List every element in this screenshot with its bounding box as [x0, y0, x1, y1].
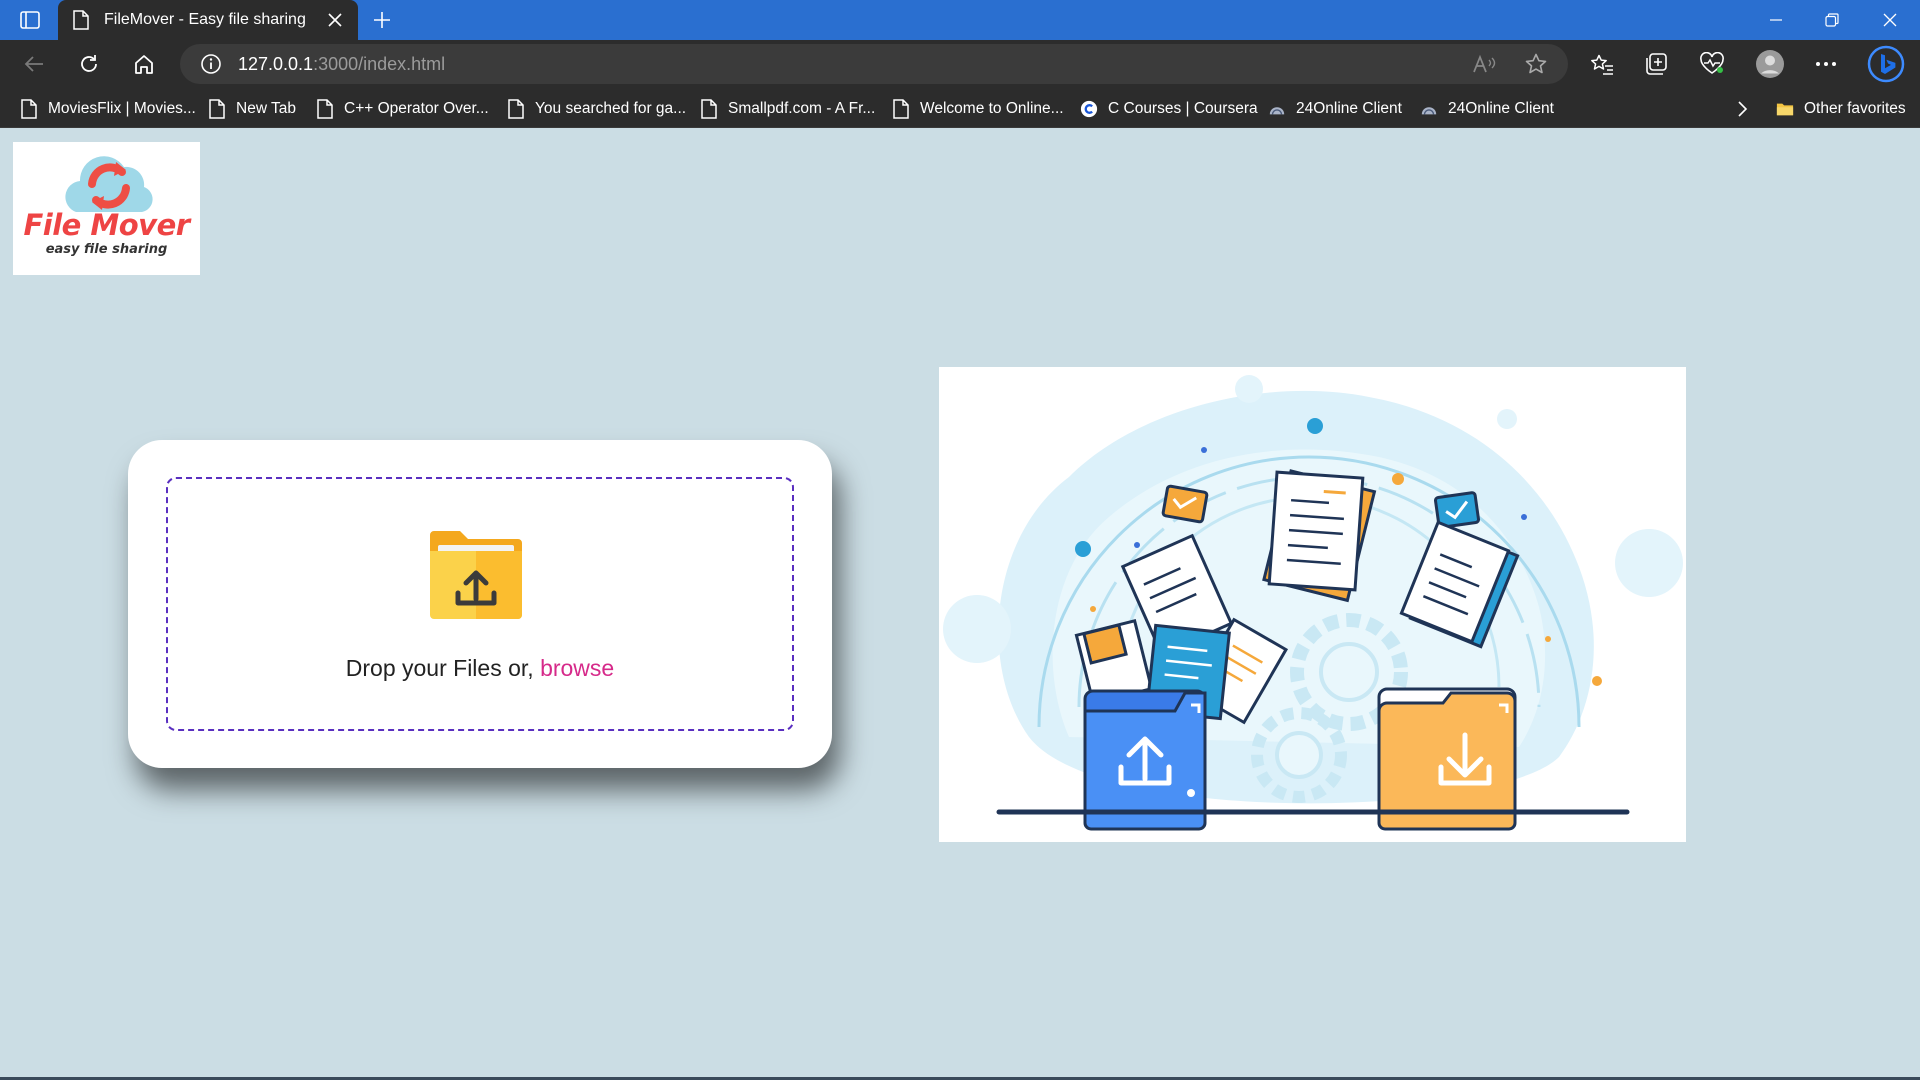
- plus-icon: [374, 12, 390, 28]
- collections-button[interactable]: [1638, 48, 1674, 80]
- tab-actions-icon: [20, 11, 40, 29]
- copilot-button[interactable]: [1866, 44, 1906, 84]
- bookmark-item[interactable]: New Tab: [208, 96, 296, 122]
- reload-icon: [81, 55, 97, 72]
- close-icon: [1883, 13, 1897, 27]
- other-favorites-folder[interactable]: Other favorites: [1776, 96, 1906, 122]
- upload-card: Drop your Files or, browse: [128, 440, 832, 768]
- page-icon: [73, 10, 89, 30]
- favorites-list-icon: [1591, 54, 1613, 75]
- bing-icon: [1867, 45, 1905, 83]
- page-icon: [21, 99, 37, 119]
- bookmark-label: C++ Operator Over...: [344, 100, 489, 117]
- tab-active[interactable]: FileMover - Easy file sharing: [58, 0, 358, 40]
- bookmark-label: 24Online Client: [1296, 100, 1402, 117]
- url-path: :3000/index.html: [313, 53, 446, 74]
- close-tab-icon[interactable]: [326, 11, 344, 29]
- bookmark-item[interactable]: You searched for ga...: [507, 96, 686, 122]
- profile-button[interactable]: [1752, 48, 1788, 80]
- address-bar[interactable]: 127.0.0.1:3000/index.html: [180, 44, 1568, 84]
- file-mover-logo: File Mover easy file sharing: [13, 142, 200, 275]
- favorites-button[interactable]: [1584, 48, 1620, 80]
- bookmark-item[interactable]: Welcome to Online...: [892, 96, 1064, 122]
- minimize-icon: [1770, 19, 1782, 21]
- tab-title: FileMover - Easy file sharing: [104, 11, 306, 28]
- restore-button[interactable]: [1804, 0, 1860, 40]
- logo-title: File Mover: [23, 208, 190, 242]
- bookmark-item[interactable]: MoviesFlix | Movies...: [20, 96, 196, 122]
- cloud-icon: [1421, 107, 1437, 115]
- add-favorite-button[interactable]: [1522, 52, 1550, 76]
- page-icon: [701, 99, 717, 119]
- page-icon: [209, 99, 225, 119]
- arrow-left-icon: [24, 56, 43, 72]
- settings-more-button[interactable]: [1808, 48, 1844, 80]
- collections-icon: [1646, 53, 1667, 75]
- star-icon: [1525, 53, 1547, 74]
- file-transfer-illustration: [939, 367, 1686, 842]
- coursera-icon: [1080, 100, 1098, 118]
- bookmarks-bar: MoviesFlix | Movies... New Tab C++ Opera…: [0, 88, 1920, 128]
- url-text[interactable]: 127.0.0.1:3000/index.html: [238, 54, 445, 75]
- page-icon: [893, 99, 909, 119]
- page-icon: [508, 99, 524, 119]
- bookmark-item[interactable]: 24Online Client: [1268, 96, 1402, 122]
- bookmark-label: MoviesFlix | Movies...: [48, 100, 196, 117]
- cloud-icon: [1269, 107, 1285, 115]
- bookmark-item[interactable]: C Courses | Coursera: [1080, 96, 1258, 122]
- page-icon: [317, 99, 333, 119]
- other-favorites-label: Other favorites: [1804, 100, 1906, 117]
- drop-instructions: Drop your Files or, browse: [168, 655, 792, 682]
- read-aloud-icon: [1473, 54, 1496, 73]
- more-icon: [1816, 62, 1836, 66]
- home-button[interactable]: [126, 48, 162, 80]
- bookmarks-overflow-button[interactable]: [1736, 96, 1748, 122]
- restore-icon: [1825, 13, 1839, 27]
- logo-subtitle: easy file sharing: [45, 242, 168, 257]
- bookmark-item[interactable]: Smallpdf.com - A Fr...: [700, 96, 875, 122]
- close-window-button[interactable]: [1862, 0, 1918, 40]
- avatar-icon: [1756, 50, 1784, 78]
- chevron-right-icon: [1738, 101, 1748, 117]
- drop-zone[interactable]: Drop your Files or, browse: [166, 477, 794, 731]
- browse-link[interactable]: browse: [540, 655, 614, 681]
- site-info-icon[interactable]: [200, 53, 222, 75]
- file-transfer-illustration-image: [943, 375, 1683, 831]
- bookmark-label: You searched for ga...: [535, 100, 687, 117]
- bookmark-label: C Courses | Coursera: [1108, 100, 1258, 117]
- browser-essentials-button[interactable]: [1694, 48, 1730, 80]
- browser-toolbar: 127.0.0.1:3000/index.html: [0, 40, 1920, 88]
- url-host: 127.0.0.1: [238, 53, 314, 74]
- bookmark-label: New Tab: [236, 100, 297, 117]
- back-button[interactable]: [16, 48, 52, 80]
- bookmark-label: 24Online Client: [1448, 100, 1554, 117]
- reload-button[interactable]: [71, 48, 107, 80]
- bookmark-item[interactable]: 24Online Client: [1420, 96, 1554, 122]
- bookmark-item[interactable]: C++ Operator Over...: [316, 96, 489, 122]
- heart-pulse-icon: [1700, 52, 1724, 74]
- minimize-button[interactable]: [1748, 0, 1804, 40]
- bookmark-label: Welcome to Online...: [920, 100, 1064, 117]
- folder-upload-icon: [430, 531, 522, 619]
- home-icon: [135, 55, 153, 74]
- browser-titlebar: FileMover - Easy file sharing: [0, 0, 1920, 40]
- tab-actions-button[interactable]: [14, 8, 46, 32]
- new-tab-button[interactable]: [368, 8, 396, 32]
- read-aloud-button[interactable]: [1470, 52, 1498, 76]
- folder-icon: [1776, 103, 1794, 116]
- drop-prompt-text: Drop your Files or,: [345, 655, 541, 681]
- bookmark-label: Smallpdf.com - A Fr...: [728, 100, 876, 117]
